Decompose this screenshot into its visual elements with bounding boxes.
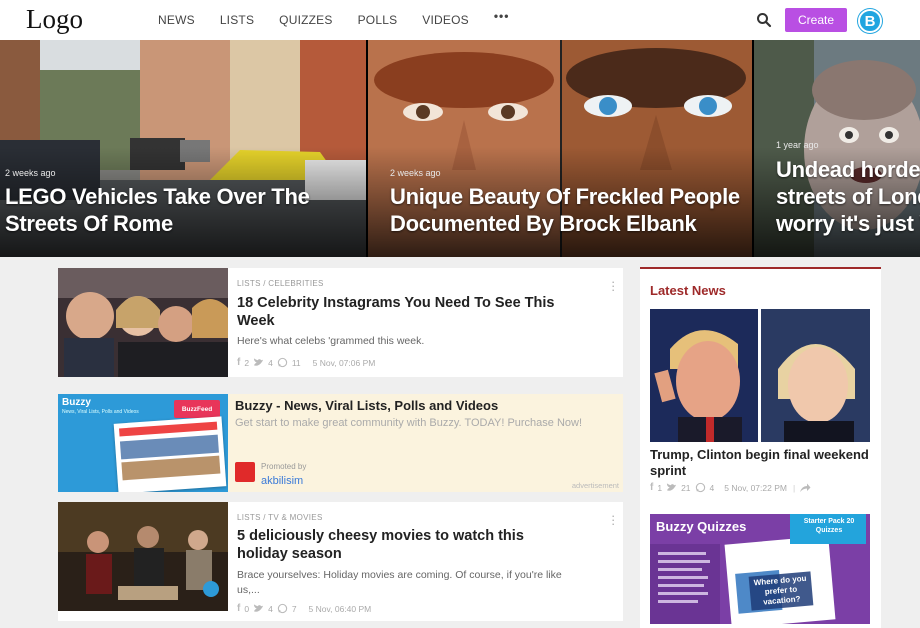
nav-polls[interactable]: POLLS — [358, 13, 398, 27]
hero-slide-freckles[interactable]: 2 weeks ago Unique Beauty Of Freckled Pe… — [368, 40, 752, 257]
post-description: Brace yourselves: Holiday movies are com… — [237, 569, 562, 596]
sidebar-heading: Latest News — [650, 283, 726, 298]
sidebar-news-title[interactable]: Trump, Clinton begin final weekend sprin… — [650, 447, 875, 479]
search-icon[interactable] — [756, 12, 772, 28]
facebook-icon[interactable]: f — [237, 603, 240, 614]
ad-brand-logo — [235, 462, 255, 482]
nav-quizzes[interactable]: QUIZZES — [279, 13, 332, 27]
twitter-icon[interactable] — [666, 482, 677, 493]
post-description: Here's what celebs 'grammed this week. — [237, 335, 425, 347]
hero-title-line: Unique Beauty Of Freckled People — [390, 184, 740, 209]
comment-count: 4 — [709, 482, 715, 493]
post-title[interactable]: 5 deliciously cheesy movies to watch thi… — [237, 527, 567, 563]
divider: | — [792, 482, 796, 493]
post-image-celebrities — [58, 268, 228, 377]
post-date: 5 Nov, 06:40 PM — [308, 603, 372, 614]
avatar[interactable]: B — [858, 9, 882, 33]
sidebar-news-image[interactable] — [650, 309, 870, 442]
logo[interactable]: Logo — [26, 4, 83, 35]
comment-count: 7 — [291, 603, 297, 614]
ad-thumbnail: Buzzy News, Viral Lists, Polls and Video… — [58, 394, 228, 492]
facebook-icon[interactable]: f — [650, 482, 653, 493]
ad-promoted-by: Promoted by — [261, 462, 307, 471]
ad-thumb-badge: BuzzFeed — [174, 400, 220, 418]
post-thumbnail[interactable] — [58, 502, 228, 611]
facebook-count: 2 — [244, 357, 250, 368]
nav-more-button[interactable]: ••• — [494, 9, 510, 27]
ad-thumb-screen — [113, 416, 227, 492]
comment-icon[interactable] — [695, 482, 706, 493]
ad-text: Get start to make great community with B… — [235, 417, 583, 429]
twitter-count: 4 — [268, 357, 273, 368]
hero-slider: 2 weeks ago LEGO Vehicles Take Over The … — [0, 40, 920, 257]
advertisement-card[interactable]: Buzzy News, Viral Lists, Polls and Video… — [58, 394, 623, 492]
quiz-card-text: Where do you prefer to vacation? — [748, 571, 814, 611]
hero-title-line: streets of Lond — [776, 184, 920, 209]
post-category[interactable]: LISTS / CELEBRITIES — [237, 279, 324, 288]
hero-title-line: Documented By Brock Elbank — [390, 211, 697, 236]
ad-thumb-title: Buzzy — [62, 397, 91, 408]
ad-title[interactable]: Buzzy - News, Viral Lists, Polls and Vid… — [235, 398, 498, 413]
facebook-icon[interactable]: f — [237, 357, 240, 368]
share-icon[interactable] — [799, 483, 811, 493]
comment-icon[interactable] — [277, 603, 288, 614]
hero-title: LEGO Vehicles Take Over The Streets Of R… — [5, 183, 310, 237]
ad-thumb-subtitle: News, Viral Lists, Polls and Videos — [62, 409, 139, 415]
ad-label: advertisement — [571, 481, 619, 490]
post-stats: f 0 4 7 5 Nov, 06:40 PM — [237, 603, 371, 614]
twitter-count: 21 — [681, 482, 691, 493]
post-card: LISTS / CELEBRITIES 18 Celebrity Instagr… — [58, 268, 623, 377]
comment-count: 11 — [291, 357, 301, 368]
news-date: 5 Nov, 07:22 PM — [724, 482, 787, 493]
hero-title-line: LEGO Vehicles Take Over The — [5, 184, 310, 209]
more-options-icon[interactable]: · · · — [611, 509, 615, 530]
site-header: Logo NEWS LISTS QUIZZES POLLS VIDEOS •••… — [0, 0, 920, 40]
quiz-badge: Starter Pack 20 Quizzes — [803, 518, 855, 534]
create-button[interactable]: Create — [785, 8, 847, 32]
news-image-trump-clinton — [650, 309, 870, 442]
hero-title-line: Undead hordes — [776, 157, 920, 182]
hero-slide-lego[interactable]: 2 weeks ago LEGO Vehicles Take Over The … — [0, 40, 366, 257]
hero-title: Undead hordes streets of Lond worry it's… — [776, 156, 920, 237]
main-nav: NEWS LISTS QUIZZES POLLS VIDEOS ••• — [158, 9, 509, 27]
hero-title-line: Streets Of Rome — [5, 211, 173, 236]
more-options-icon[interactable]: · · · — [611, 275, 615, 296]
twitter-icon[interactable] — [253, 357, 264, 368]
post-image-movie — [58, 502, 228, 611]
twitter-count: 4 — [268, 603, 273, 614]
comment-icon[interactable] — [277, 357, 288, 368]
facebook-count: 0 — [244, 603, 250, 614]
sidebar: Latest News Trump, Clinton begin final w… — [640, 267, 881, 628]
sidebar-news-stats: f 1 21 4 5 Nov, 07:22 PM | — [650, 482, 811, 493]
nav-news[interactable]: NEWS — [158, 13, 195, 27]
hero-title: Unique Beauty Of Freckled People Documen… — [390, 183, 740, 237]
hero-time: 1 year ago — [776, 140, 819, 150]
facebook-count: 1 — [657, 482, 663, 493]
post-category[interactable]: LISTS / TV & MOVIES — [237, 513, 323, 522]
hero-title-line: worry it's just V — [776, 211, 920, 236]
quiz-promo-banner[interactable]: Buzzy Quizzes Starter Pack 20 Quizzes Wh… — [650, 514, 870, 624]
hero-time: 2 weeks ago — [5, 168, 56, 178]
twitter-icon[interactable] — [253, 603, 264, 614]
nav-lists[interactable]: LISTS — [220, 13, 254, 27]
post-date: 5 Nov, 07:06 PM — [312, 357, 376, 368]
hero-time: 2 weeks ago — [390, 168, 441, 178]
nav-videos[interactable]: VIDEOS — [422, 13, 469, 27]
post-thumbnail[interactable] — [58, 268, 228, 377]
hero-slide-undead[interactable]: 1 year ago Undead hordes streets of Lond… — [754, 40, 920, 257]
post-card: LISTS / TV & MOVIES 5 deliciously cheesy… — [58, 502, 623, 621]
post-stats: f 2 4 11 5 Nov, 07:06 PM — [237, 357, 375, 368]
post-title[interactable]: 18 Celebrity Instagrams You Need To See … — [237, 294, 557, 330]
quiz-title: Buzzy Quizzes — [656, 519, 747, 534]
ad-brand-link[interactable]: akbilisim — [261, 475, 303, 487]
